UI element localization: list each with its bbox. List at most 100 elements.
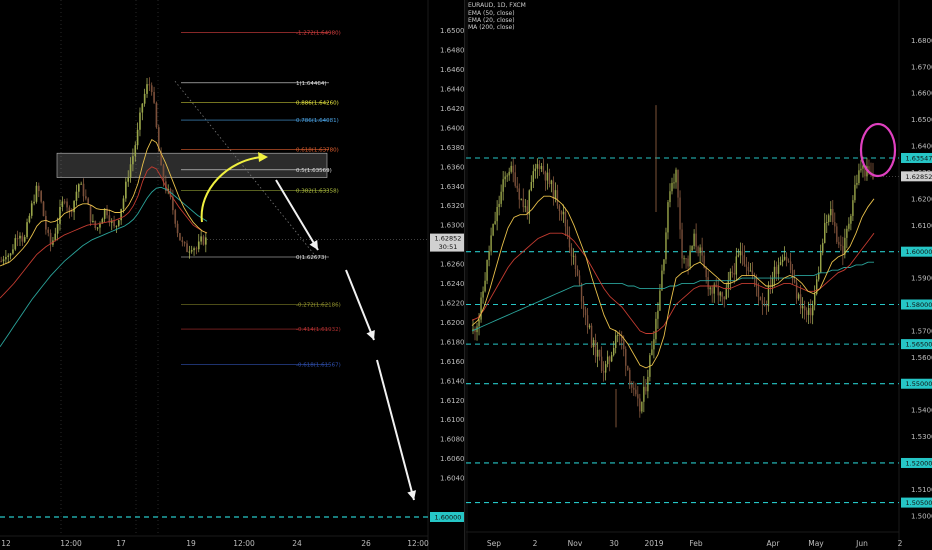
candle-body <box>797 294 800 299</box>
level-tag-label: 1.60000 <box>906 248 932 256</box>
candle-body <box>153 92 155 103</box>
fib-level-label: -0.414(1.61932) <box>296 327 341 333</box>
candle-body <box>506 175 508 177</box>
x-tick-label: May <box>808 539 824 548</box>
fib-level-label: 0.886(1.64260) <box>296 101 339 107</box>
candle-body <box>80 183 82 185</box>
left-chart[interactable]: 1.65000 1.64800 1.64600 1.64400 1.64200 1.640… <box>0 0 466 550</box>
candle-body <box>117 220 120 226</box>
candle-body <box>141 103 144 113</box>
candle-body <box>681 229 683 259</box>
x-tick-label: 12 <box>1 539 11 548</box>
candle-body <box>183 242 186 244</box>
candle-body <box>793 279 796 283</box>
ema50-line <box>471 232 875 334</box>
right-chart-pane[interactable]: EURAUD, 1D, FXCM EMA (50, close) EMA (20, … <box>466 0 932 550</box>
candle-body <box>629 369 631 384</box>
candle-body <box>773 266 776 278</box>
candle-body <box>14 238 17 250</box>
candle-body <box>139 112 141 130</box>
candle-body <box>858 170 860 184</box>
candle-body <box>23 237 26 242</box>
candle-body <box>16 238 19 240</box>
candle-body <box>627 365 629 370</box>
right-chart[interactable]: EURAUD, 1D, FXCMEMA (50, close)EMA (20, … <box>466 0 932 550</box>
candle-body <box>667 202 669 233</box>
y-tick-label: 1.65000 <box>440 27 466 35</box>
candle-body <box>21 235 24 242</box>
y-tick-label: 1.63800 <box>440 144 466 152</box>
candle-body <box>546 172 549 181</box>
candle-body <box>617 335 619 337</box>
candle-body <box>830 209 832 216</box>
candle-body <box>711 287 713 294</box>
candle-body <box>538 164 541 169</box>
candle-body <box>115 225 118 227</box>
y-tick-label: 1.61000 <box>440 416 466 424</box>
candle-body <box>590 325 593 348</box>
candle-body <box>188 251 191 253</box>
candle-body <box>852 200 854 216</box>
candle-body <box>822 242 824 253</box>
x-tick-label: 30 <box>609 539 619 548</box>
candle-body <box>7 255 10 257</box>
candle-body <box>570 247 573 257</box>
candle-body <box>54 233 57 241</box>
left-chart-pane[interactable]: 1.65000 1.64800 1.64600 1.64400 1.64200 1.640… <box>0 0 466 550</box>
candle-body <box>132 156 134 165</box>
x-tick-label: 17 <box>116 539 126 548</box>
candle-body <box>631 383 633 388</box>
candle-body <box>99 223 101 228</box>
candle-body <box>186 243 188 253</box>
highlight-ellipse[interactable] <box>859 122 897 178</box>
candle-body <box>520 198 522 200</box>
candle-body <box>675 169 677 183</box>
candle-body <box>739 251 742 256</box>
candle-body <box>190 250 193 252</box>
price-tag-countdown: 30:51 <box>439 243 458 251</box>
candle-body <box>552 180 555 199</box>
candle-body <box>490 235 492 252</box>
candle-body <box>544 171 547 181</box>
resistance-zone[interactable] <box>56 152 328 178</box>
candle-body <box>494 221 496 224</box>
candle-body <box>66 201 68 208</box>
fib-level-label: 1(1.64464) <box>296 81 327 87</box>
x-tick-label: Jun <box>855 539 868 548</box>
candle-body <box>205 237 207 245</box>
candle-body <box>610 355 613 362</box>
candle-body <box>613 347 615 356</box>
candle-body <box>761 300 764 305</box>
candle-body <box>582 301 585 310</box>
candle-body <box>633 387 635 390</box>
candle-body <box>707 277 709 290</box>
candle-body <box>639 398 641 412</box>
candle-body <box>811 305 814 316</box>
candle-body <box>85 196 87 199</box>
candle-body <box>693 233 695 246</box>
y-tick-label: 1.61000 <box>911 222 932 230</box>
candle-body <box>765 305 768 307</box>
y-tick-label: 1.62000 <box>440 319 466 327</box>
candle-body <box>534 168 537 172</box>
candle-body <box>548 172 551 185</box>
candle-body <box>751 270 754 275</box>
candle-body <box>33 201 35 204</box>
candle-body <box>556 190 559 206</box>
candle-body <box>37 185 40 192</box>
candle-body <box>719 292 721 296</box>
candle-body <box>82 183 85 197</box>
candle-body <box>530 181 532 191</box>
candle-body <box>677 169 679 198</box>
candle-body <box>9 253 12 256</box>
x-tick-label: Apr <box>767 539 781 548</box>
level-tag-label: 1.52000 <box>906 459 932 467</box>
candle-body <box>661 270 663 291</box>
price-tag-value: 1.62852 <box>435 235 462 243</box>
y-tick-label: 1.53000 <box>911 433 932 441</box>
candle-body <box>478 319 480 327</box>
candle-body <box>655 318 657 340</box>
candle-body <box>809 308 812 316</box>
projection-arrow-head <box>407 490 417 500</box>
candle-body <box>673 182 675 184</box>
